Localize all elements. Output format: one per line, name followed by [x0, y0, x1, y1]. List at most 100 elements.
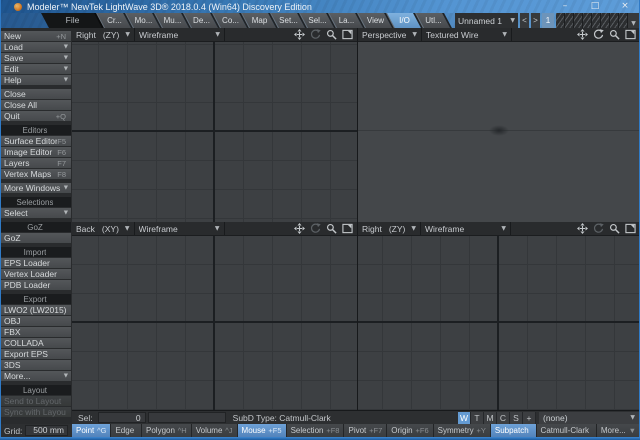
zoom-icon[interactable] [609, 29, 620, 40]
shading-dropdown[interactable]: Wireframe ▼ [135, 28, 225, 41]
sidebar-item[interactable]: EPS Loader [1, 258, 71, 268]
layer-slot[interactable] [583, 13, 592, 28]
sidebar-item[interactable]: New +N [1, 31, 71, 41]
tab[interactable]: Utl... [419, 13, 448, 28]
shading-dropdown[interactable]: Wireframe ▼ [421, 222, 511, 235]
shading-dropdown[interactable]: Textured Wire ▼ [422, 28, 512, 41]
view-type-dropdown[interactable]: Right (ZY) ▼ [72, 28, 135, 41]
object-selector[interactable]: Unnamed 1 ▼ [455, 13, 518, 28]
tab[interactable]: View [361, 13, 390, 28]
tab[interactable]: Mu... [158, 13, 187, 28]
shading-dropdown[interactable]: Wireframe ▼ [135, 222, 225, 235]
sidebar-item[interactable]: Select ▼ [1, 208, 71, 218]
vmap-selector[interactable]: (none) ▼ [539, 412, 639, 424]
sidebar-item[interactable]: COLLADA [1, 338, 71, 348]
sidebar-item[interactable]: Load ▼ [1, 42, 71, 52]
next-layer-button[interactable]: > [531, 13, 540, 28]
tab[interactable]: Set... [274, 13, 303, 28]
sidebar-item[interactable]: Help ▼ [1, 75, 71, 85]
viewport-canvas-perspective[interactable] [358, 42, 640, 222]
layer-slot[interactable] [592, 13, 601, 28]
layer-slot[interactable] [610, 13, 619, 28]
minimize-button[interactable]: – [550, 0, 580, 13]
sidebar-item[interactable]: Layers F7 [1, 158, 71, 168]
tab-file[interactable]: File [45, 13, 100, 28]
tab[interactable]: Co... [216, 13, 245, 28]
mode-button[interactable]: Edge [111, 424, 141, 437]
tab[interactable]: Mo... [129, 13, 158, 28]
layer-slot[interactable] [574, 13, 583, 28]
vmap-type-button[interactable]: W [458, 412, 471, 424]
sidebar-item[interactable]: Edit ▼ [1, 64, 71, 74]
mode-button[interactable]: Subpatch [491, 424, 536, 437]
sidebar-item[interactable]: Image Editor F6 [1, 147, 71, 157]
sidebar-item[interactable]: Close All [1, 100, 71, 110]
sidebar-item[interactable]: Export EPS [1, 349, 71, 359]
sidebar-item[interactable]: Save ▼ [1, 53, 71, 63]
maximize-viewport-icon[interactable] [625, 223, 636, 234]
viewport-canvas-right[interactable] [72, 42, 357, 222]
tab[interactable]: Map [245, 13, 274, 28]
zoom-icon[interactable] [609, 223, 620, 234]
prev-layer-button[interactable]: < [520, 13, 529, 28]
current-layer-badge[interactable]: 1 [542, 13, 554, 28]
layer-slot[interactable] [619, 13, 628, 28]
mode-button[interactable]: Catmull-Clark [537, 424, 596, 437]
layer-slot[interactable] [565, 13, 574, 28]
sidebar-item[interactable]: PDB Loader [1, 280, 71, 290]
tab[interactable]: De... [187, 13, 216, 28]
sidebar-item[interactable]: GoZ [1, 233, 71, 243]
vmap-type-button[interactable]: M [484, 412, 497, 424]
maximize-button[interactable]: □ [580, 0, 610, 13]
view-type-dropdown[interactable]: Perspective ▼ [358, 28, 422, 41]
sidebar-item[interactable]: Quit +Q [1, 111, 71, 121]
vmap-type-button[interactable]: S [510, 412, 523, 424]
mode-button[interactable]: Volume ^J [192, 424, 237, 437]
pan-icon[interactable] [577, 223, 588, 234]
view-type-dropdown[interactable]: Back (XY) ▼ [72, 222, 135, 235]
mode-button[interactable]: More... ▼ [597, 424, 640, 437]
mode-button[interactable]: Symmetry +Y [434, 424, 490, 437]
mode-button[interactable]: Mouse +F5 [238, 424, 286, 437]
rotate-icon[interactable] [593, 29, 604, 40]
close-button[interactable]: × [610, 0, 640, 13]
pan-icon[interactable] [294, 223, 305, 234]
tab[interactable]: La... [332, 13, 361, 28]
sidebar-item[interactable]: Vertex Loader [1, 269, 71, 279]
vmap-type-button[interactable]: C [497, 412, 510, 424]
layer-list-dropdown[interactable]: ▼ [628, 13, 639, 28]
sidebar-item[interactable]: FBX [1, 327, 71, 337]
vmap-type-button[interactable]: + [523, 412, 536, 424]
sidebar-item[interactable]: Close [1, 89, 71, 99]
sidebar-item[interactable]: OBJ [1, 316, 71, 326]
mode-button[interactable]: Selection +F8 [287, 424, 344, 437]
pan-icon[interactable] [294, 29, 305, 40]
sidebar-item[interactable]: Surface Editor F5 [1, 136, 71, 146]
viewport-canvas-right-2[interactable] [358, 236, 640, 410]
sidebar-item[interactable]: Vertex Maps F8 [1, 169, 71, 179]
sidebar-item[interactable]: More... ▼ [1, 371, 71, 381]
vmap-type-button[interactable]: T [471, 412, 484, 424]
zoom-icon[interactable] [326, 29, 337, 40]
layer-slot[interactable] [601, 13, 610, 28]
mode-button[interactable]: Origin +F6 [387, 424, 432, 437]
mode-button[interactable]: Polygon ^H [142, 424, 191, 437]
maximize-viewport-icon[interactable] [342, 29, 353, 40]
tab[interactable]: Sel... [303, 13, 332, 28]
mode-button[interactable]: Pivot +F7 [344, 424, 386, 437]
viewport-canvas-back[interactable] [72, 236, 357, 410]
sidebar-item[interactable]: More Windows ▼ [1, 183, 71, 193]
maximize-viewport-icon[interactable] [625, 29, 636, 40]
rotate-icon[interactable] [310, 223, 321, 234]
mode-button[interactable]: Point ^G [72, 424, 110, 437]
sidebar-item[interactable]: 3DS [1, 360, 71, 370]
sidebar-item[interactable]: LWO2 (LW2015) [1, 305, 71, 315]
zoom-icon[interactable] [326, 223, 337, 234]
tab[interactable]: Cr... [100, 13, 129, 28]
layer-slot[interactable] [556, 13, 565, 28]
rotate-icon[interactable] [593, 223, 604, 234]
sel-count-field[interactable]: 0 [98, 412, 146, 423]
pan-icon[interactable] [577, 29, 588, 40]
view-type-dropdown[interactable]: Right (ZY) ▼ [358, 222, 421, 235]
rotate-icon[interactable] [310, 29, 321, 40]
